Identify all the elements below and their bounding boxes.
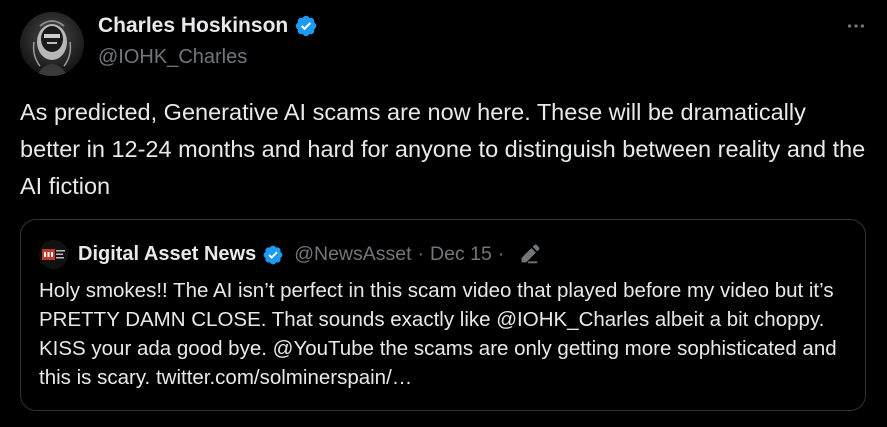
meta-separator: · (417, 243, 425, 265)
quoted-author-avatar[interactable] (39, 240, 68, 269)
verified-badge-icon[interactable] (294, 14, 318, 38)
edit-pencil-icon[interactable] (518, 244, 540, 266)
quoted-author-handle[interactable]: @NewsAsset (294, 243, 411, 265)
author-avatar[interactable] (20, 12, 84, 76)
quoted-tweet-date[interactable]: Dec 15 (430, 243, 492, 265)
tweet-text: As predicted, Generative AI scams are no… (20, 99, 866, 199)
author-name-row: Charles Hoskinson (98, 14, 318, 38)
more-options-button[interactable] (842, 12, 870, 40)
quoted-verified-badge-icon[interactable] (262, 244, 284, 266)
quoted-tweet-meta: @NewsAsset · Dec 15 · (294, 243, 510, 266)
dan-logo-icon (42, 249, 65, 260)
quoted-tweet-card[interactable]: Digital Asset News @NewsAsset · Dec 15 · Ho… (20, 219, 866, 411)
author-handle[interactable]: @IOHK_Charles (98, 46, 247, 69)
more-horizontal-icon (847, 24, 865, 28)
quoted-tweet-text: Holy smokes!! The AI isn’t perfect in th… (39, 279, 837, 389)
author-display-name[interactable]: Charles Hoskinson (98, 14, 288, 38)
quoted-tweet-header: Digital Asset News @NewsAsset · Dec 15 · (39, 240, 540, 269)
portrait-sketch-icon (32, 20, 72, 76)
meta-separator-2: · (497, 243, 505, 265)
quoted-author-display-name[interactable]: Digital Asset News (78, 243, 256, 266)
tweet-card: Charles Hoskinson @IOHK_Charles As predi… (0, 0, 887, 427)
